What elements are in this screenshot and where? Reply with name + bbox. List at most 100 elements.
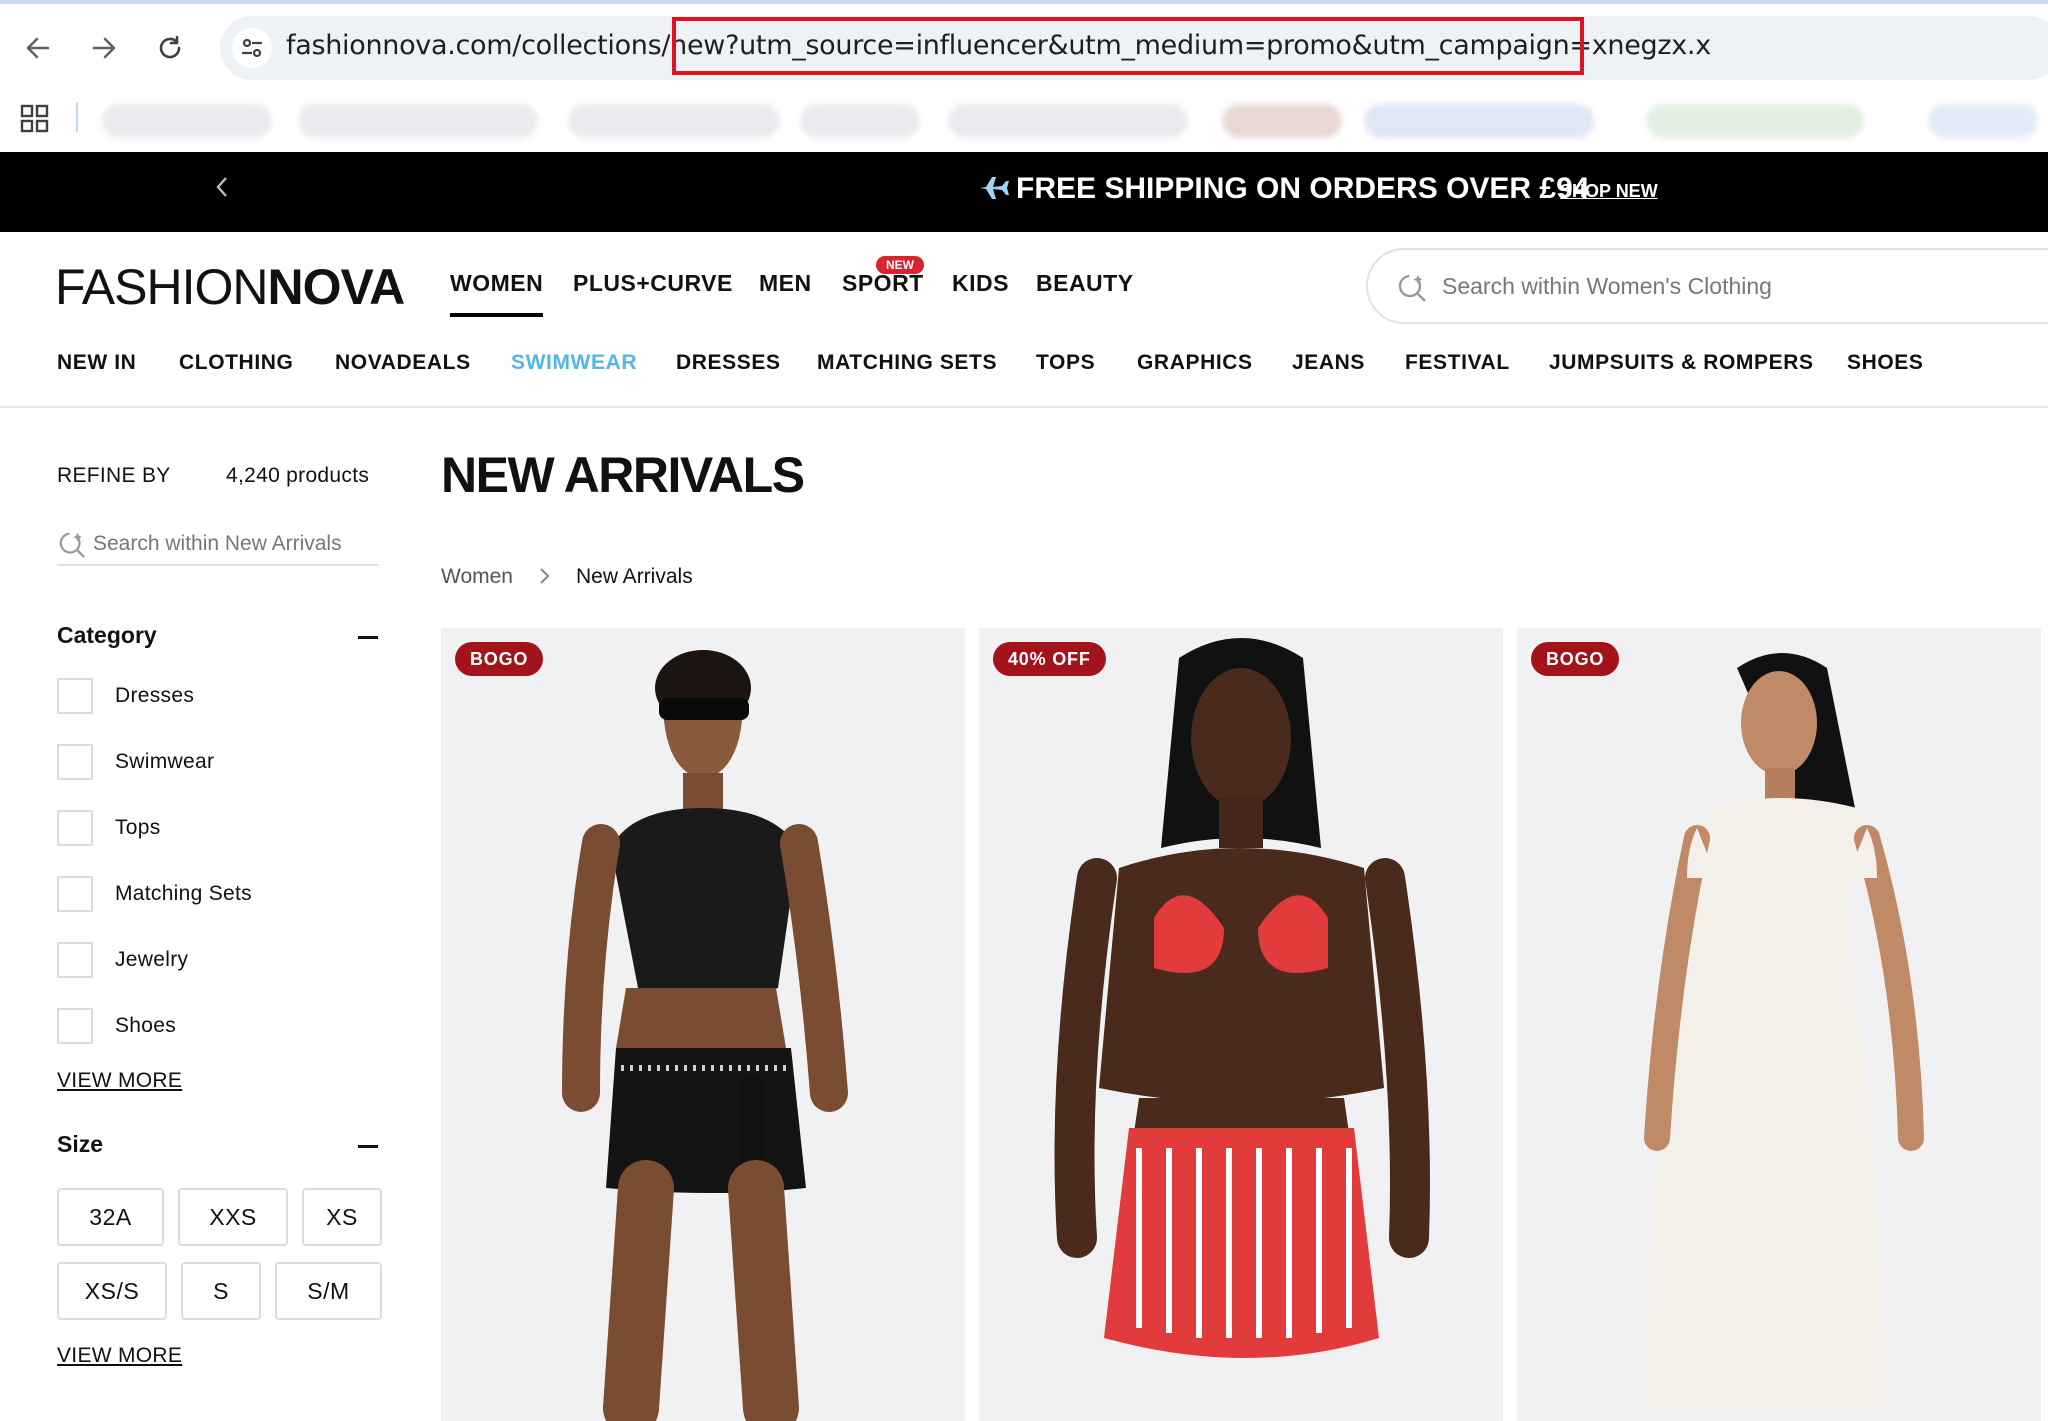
bookmark-item[interactable] [1364,104,1594,138]
size-option-xxs[interactable]: XXS [178,1188,288,1246]
subnav-jumpsuits-rompers[interactable]: JUMPSUITS & ROMPERS [1549,351,1814,375]
checkbox[interactable] [57,678,93,714]
category-option-matching-sets[interactable]: Matching Sets [57,875,252,913]
breadcrumb-current: New Arrivals [576,565,693,588]
checkbox[interactable] [57,744,93,780]
reload-icon [159,35,181,59]
product-badge: 40% OFF [993,642,1106,676]
back-arrow-icon [26,37,50,59]
nav-men[interactable]: MEN [759,270,812,297]
subnav-matching-sets[interactable]: MATCHING SETS [817,351,997,375]
site-search-box[interactable] [1366,248,2048,324]
product-badge: BOGO [1531,642,1620,676]
product-badge: BOGO [455,642,544,676]
new-badge: NEW [876,256,924,274]
bookmark-item[interactable] [800,104,920,138]
category-option-tops[interactable]: Tops [57,809,161,847]
nav-women[interactable]: WOMEN [450,270,544,317]
checkbox[interactable] [57,876,93,912]
subnav-clothing[interactable]: CLOTHING [179,351,293,375]
collection-search-box[interactable] [57,526,379,566]
category-option-swimwear[interactable]: Swimwear [57,743,214,781]
breadcrumb-chevron-icon [538,565,552,593]
category-option-dresses[interactable]: Dresses [57,677,194,715]
option-label: Shoes [115,1014,177,1037]
page-title: NEW ARRIVALS [441,447,805,503]
checkbox[interactable] [57,942,93,978]
airplane-icon [980,177,1009,199]
size-collapse-icon[interactable] [358,1145,378,1148]
subnav-swimwear[interactable]: SWIMWEAR [511,351,637,375]
bookmark-item[interactable] [102,104,272,138]
bookmark-item[interactable] [568,104,780,138]
subnav-festival[interactable]: FESTIVAL [1405,351,1510,375]
size-option-32a[interactable]: 32A [57,1188,164,1246]
bookmark-item[interactable] [1222,104,1342,138]
promo-prev-button[interactable] [214,174,230,208]
option-label: Matching Sets [115,882,252,905]
size-option-xs[interactable]: XS [302,1188,382,1246]
size-facet-title[interactable]: Size [57,1131,103,1158]
promo-message: FREE SHIPPING ON ORDERS OVER £94 [1016,172,1590,205]
collection-search-input[interactable] [93,528,373,560]
option-label: Tops [115,816,161,839]
subnav-tops[interactable]: TOPS [1036,351,1095,375]
size-option-s[interactable]: S [181,1262,261,1320]
tune-icon [242,38,262,58]
logo-light: FASHION [55,259,268,315]
subnav-graphics[interactable]: GRAPHICS [1137,351,1253,375]
site-search-input[interactable] [1442,268,2002,304]
product-card[interactable]: 40% OFF [979,628,1503,1421]
size-option-xs-s[interactable]: XS/S [57,1262,167,1320]
breadcrumb-women[interactable]: Women [441,565,513,589]
checkbox[interactable] [57,1008,93,1044]
subnav-shoes[interactable]: SHOES [1847,351,1924,375]
search-icon [1398,274,1426,302]
product-image[interactable] [1517,628,2041,1421]
forward-arrow-icon [92,37,116,59]
search-icon [59,532,85,558]
product-card[interactable]: BOGO [441,628,965,1421]
subnav-jeans[interactable]: JEANS [1292,351,1365,375]
nav-beauty[interactable]: BEAUTY [1036,270,1134,297]
chevron-left-icon [216,177,227,197]
product-image[interactable] [979,628,1503,1421]
forward-button[interactable] [84,28,124,68]
promo-banner: FREE SHIPPING ON ORDERS OVER £94 SHOP NE… [0,152,2048,232]
category-facet-title[interactable]: Category [57,622,157,649]
subnav-dresses[interactable]: DRESSES [676,351,781,375]
header-divider [0,406,2048,408]
bookmark-item[interactable] [298,104,538,138]
subnav-novadeals[interactable]: NOVADEALS [335,351,471,375]
option-label: Jewelry [115,948,189,971]
product-image[interactable] [441,628,965,1421]
site-info-button[interactable] [232,28,272,68]
reload-button[interactable] [150,28,190,68]
product-card[interactable]: BOGO [1517,628,2041,1421]
category-collapse-icon[interactable] [358,636,378,639]
product-count: 4,240 products [226,464,370,487]
category-view-more-link[interactable]: VIEW MORE [57,1069,182,1093]
bookmark-item[interactable] [948,104,1188,138]
size-view-more-link[interactable]: VIEW MORE [57,1344,182,1368]
refine-label: REFINE BY [57,464,171,487]
option-label: Swimwear [115,750,215,773]
url-highlight-box [672,17,1584,75]
bookmark-item[interactable] [1646,104,1864,138]
nav-sport[interactable]: SPORT [842,270,924,297]
bookmarks-separator [76,102,78,132]
option-label: Dresses [115,684,195,707]
browser-toolbar: fashionnova.com/collections/new?utm_sour… [0,0,2048,88]
bookmark-item[interactable] [1928,104,2038,138]
nav-plus-curve[interactable]: PLUS+CURVE [573,270,733,297]
subnav-new-in[interactable]: NEW IN [57,351,136,375]
fashion-nova-logo[interactable]: FASHIONNOVA [55,258,405,316]
shop-new-link[interactable]: SHOP NEW [1560,181,1658,202]
nav-kids[interactable]: KIDS [952,270,1009,297]
checkbox[interactable] [57,810,93,846]
apps-grid-icon[interactable] [20,104,50,134]
category-option-shoes[interactable]: Shoes [57,1007,176,1045]
size-option-s-m[interactable]: S/M [275,1262,382,1320]
back-button[interactable] [18,28,58,68]
category-option-jewelry[interactable]: Jewelry [57,941,188,979]
